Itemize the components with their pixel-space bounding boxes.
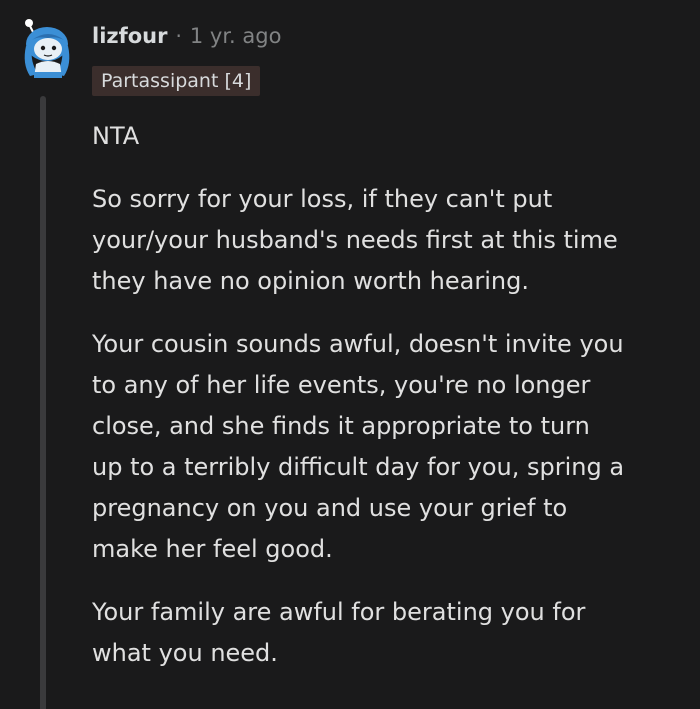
comment-body: NTA So sorry for your loss, if they can'… [92,116,682,696]
comment-line: Your cousin sounds awful, doesn't invite… [92,330,624,358]
thread-line[interactable] [40,96,46,709]
comment: lizfour · 1 yr. ago Partassipant [4] NTA… [0,0,700,709]
user-flair: Partassipant [4] [92,66,261,96]
separator-dot: · [175,24,182,48]
timestamp[interactable]: 1 yr. ago [190,24,282,48]
comment-line: close, and she finds it appropriate to t… [92,412,590,440]
comment-line: make her feel good. [92,535,333,563]
comment-paragraph: Your cousin sounds awful, doesn't invite… [92,324,682,570]
comment-line: NTA [92,122,140,150]
avatar[interactable] [18,16,72,80]
comment-paragraph: Your family are awful for berating you f… [92,592,682,674]
comment-line: to any of her life events, you're no lon… [92,371,591,399]
comment-line: up to a terribly difficult day for you, … [92,453,625,481]
comment-line: your/your husband's needs first at this … [92,226,618,254]
comment-line: they have no opinion worth hearing. [92,267,529,295]
comment-header: lizfour · 1 yr. ago [92,24,281,48]
comment-line: So sorry for your loss, if they can't pu… [92,185,553,213]
username[interactable]: lizfour [92,24,168,48]
comment-line: what you need. [92,639,278,667]
comment-line: Your family are awful for berating you f… [92,598,586,626]
comment-paragraph: NTA [92,116,682,157]
comment-line: pregnancy on you and use your grief to [92,494,568,522]
comment-paragraph: So sorry for your loss, if they can't pu… [92,179,682,302]
snoo-avatar-icon [24,19,70,78]
